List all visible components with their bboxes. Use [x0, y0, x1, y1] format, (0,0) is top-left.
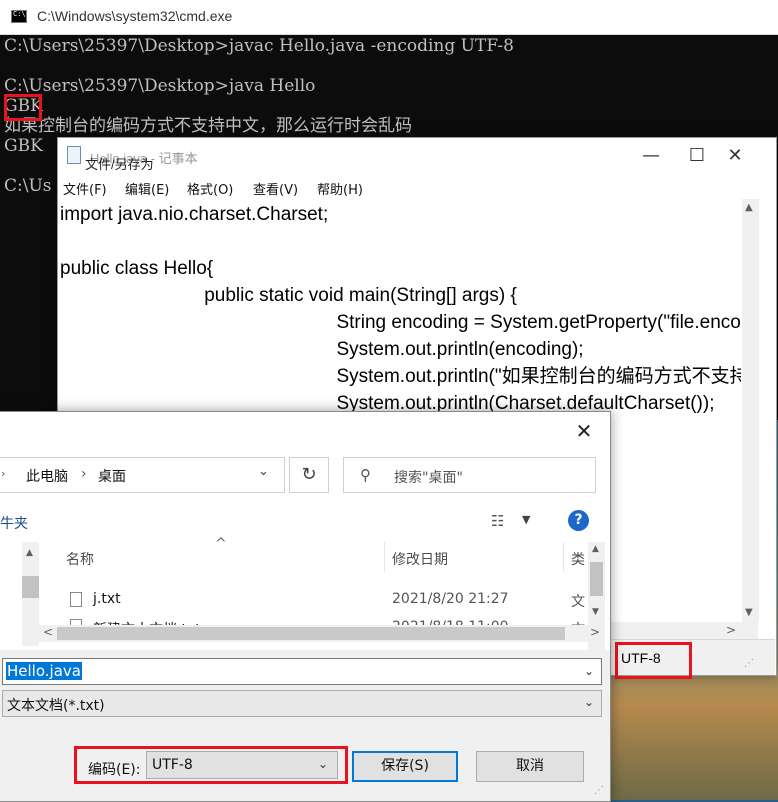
resize-grip-icon[interactable]: ⋰: [744, 658, 754, 669]
notepad-menubar: 文件(F) 编辑(E) 格式(O) 查看(V) 帮助(H): [58, 176, 776, 198]
notepad-vertical-scrollbar[interactable]: ▲ ▼: [742, 199, 759, 622]
chevron-down-icon[interactable]: ⌄: [584, 695, 594, 709]
refresh-button[interactable]: ↻: [289, 457, 329, 493]
column-header-date[interactable]: 修改日期: [392, 549, 448, 569]
file-list-horizontal-scrollbar[interactable]: < >: [39, 625, 605, 642]
cmd-window-title: C:\Windows\system32\cmd.exe: [37, 8, 233, 24]
column-header-name[interactable]: 名称: [66, 549, 94, 569]
minimize-button[interactable]: —: [628, 138, 674, 174]
column-divider[interactable]: [384, 542, 385, 572]
scroll-left-icon[interactable]: <: [43, 625, 53, 639]
cancel-button[interactable]: 取消: [476, 751, 584, 782]
cmd-output-line: C:\Users\25397\Desktop>java Hello: [4, 76, 316, 96]
chevron-right-icon: ›: [81, 466, 87, 482]
code-line: System.out.println(encoding);: [252, 339, 584, 360]
highlight-box-gbk: [4, 94, 42, 121]
save-button[interactable]: 保存(S): [352, 751, 458, 782]
filename-value: Hello.java: [6, 662, 82, 680]
scroll-down-icon[interactable]: ▼: [745, 607, 753, 618]
scroll-up-icon[interactable]: ▲: [592, 544, 599, 554]
column-header-type[interactable]: 类: [571, 549, 585, 569]
search-icon: ⚲: [360, 466, 371, 484]
menu-file[interactable]: 文件(F): [63, 179, 107, 198]
scroll-up-icon[interactable]: ▲: [745, 202, 753, 213]
cmd-output-line: 如果控制台的编码方式不支持中文，那么运行时会乱码: [4, 116, 412, 136]
highlight-box-status-encoding: [615, 642, 692, 679]
highlight-box-encoding: [74, 746, 348, 784]
cmd-titlebar[interactable]: C:\Windows\system32\cmd.exe: [0, 0, 778, 35]
column-divider[interactable]: [563, 542, 564, 572]
cmd-app-icon: [11, 10, 27, 23]
filetype-value: 文本文档(*.txt): [7, 698, 105, 714]
text-file-icon: [70, 592, 82, 607]
code-line: import java.nio.charset.Charset;: [60, 204, 329, 225]
scroll-thumb[interactable]: [590, 562, 603, 596]
code-line: public static void main(String[] args) {: [162, 285, 517, 306]
code-line: public class Hello{: [60, 258, 214, 279]
scroll-right-icon[interactable]: >: [590, 625, 600, 639]
file-date: 2021/8/20 21:27: [392, 591, 509, 607]
menu-help[interactable]: 帮助(H): [317, 179, 363, 198]
filetype-select[interactable]: 文本文档(*.txt) ⌄: [2, 690, 602, 717]
chevron-down-icon[interactable]: ⌄: [258, 464, 269, 479]
close-button[interactable]: ✕: [712, 138, 758, 174]
scroll-thumb[interactable]: [22, 576, 39, 598]
caret-down-icon[interactable]: ▼: [522, 513, 530, 526]
cmd-output-line: GBK: [4, 136, 43, 156]
notepad-app-icon: [67, 146, 81, 164]
new-folder-button[interactable]: 牛夹: [0, 513, 28, 533]
menu-edit[interactable]: 编辑(E): [125, 179, 169, 198]
dialog-toolbar: 牛夹 ☷ ▼ ?: [0, 502, 610, 542]
dialog-navigation-bar: › 此电脑 › 桌面 ⌄ ↻ ⚲ 搜索"桌面": [0, 448, 610, 502]
file-type: 文: [571, 594, 585, 610]
cmd-output-line: C:\Users\25397\Desktop>javac Hello.java …: [4, 36, 514, 56]
menu-view[interactable]: 查看(V): [253, 179, 298, 198]
breadcrumb-this-pc[interactable]: 此电脑: [26, 466, 68, 486]
notepad-titlebar[interactable]: Hello.java - 记事本 文件/另存为 — ☐ ✕: [58, 138, 776, 175]
code-line: System.out.println("如果控制台的编码方式不支持中文: [252, 366, 741, 387]
chevron-right-icon: ›: [1, 467, 6, 480]
filename-input[interactable]: Hello.java ⌄: [2, 658, 602, 685]
save-as-dialog: ✕ › 此电脑 › 桌面 ⌄ ↻ ⚲ 搜索"桌面" 牛夹 ☷ ▼ ? ▲ ^ 名…: [0, 411, 611, 802]
scroll-right-icon[interactable]: >: [726, 623, 736, 637]
dialog-titlebar[interactable]: ✕: [0, 412, 610, 448]
resize-grip-icon[interactable]: ⋰: [594, 785, 604, 796]
scroll-down-icon[interactable]: ▼: [592, 607, 599, 617]
help-button[interactable]: ?: [568, 510, 589, 531]
view-options-icon[interactable]: ☷: [491, 512, 504, 530]
nav-pane-scrollbar[interactable]: ▲: [22, 542, 39, 646]
dialog-close-button[interactable]: ✕: [564, 416, 604, 446]
search-placeholder: 搜索"桌面": [394, 470, 463, 486]
chevron-down-icon[interactable]: ⌄: [584, 664, 594, 678]
breadcrumb-desktop[interactable]: 桌面: [98, 466, 126, 486]
search-input[interactable]: ⚲ 搜索"桌面": [343, 457, 596, 493]
code-line: String encoding = System.getProperty("fi…: [252, 312, 741, 333]
cmd-prompt-line: C:\Us: [4, 176, 52, 196]
menu-format[interactable]: 格式(O): [187, 179, 233, 198]
sort-ascending-icon: ^: [215, 536, 227, 552]
table-row[interactable]: j.txt 2021/8/20 21:27 文: [66, 589, 586, 613]
overlay-caption: 文件/另存为: [85, 157, 154, 172]
scroll-thumb[interactable]: [57, 627, 565, 640]
scroll-up-icon[interactable]: ▲: [26, 548, 33, 558]
file-name: j.txt: [93, 591, 121, 607]
address-bar[interactable]: › 此电脑 › 桌面 ⌄: [0, 457, 285, 493]
